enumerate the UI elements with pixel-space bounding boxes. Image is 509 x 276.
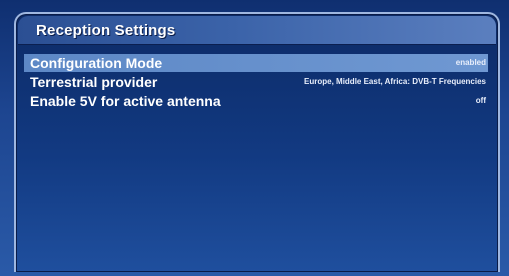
setting-label: Enable 5V for active antenna [30, 93, 221, 109]
setting-configuration-mode[interactable]: Configuration Mode enabled [24, 54, 488, 72]
window-title: Reception Settings [36, 22, 176, 39]
setting-terrestrial-provider[interactable]: Terrestrial provider Europe, Middle East… [24, 73, 488, 91]
setting-value: off [475, 96, 486, 105]
setting-enable-5v-antenna[interactable]: Enable 5V for active antenna off [24, 92, 488, 110]
tv-screen: Reception Settings Configuration Mode en… [0, 0, 509, 276]
settings-list: Configuration Mode enabled Terrestrial p… [24, 54, 488, 111]
setting-label: Terrestrial provider [30, 74, 158, 90]
setting-value: Europe, Middle East, Africa: DVB-T Frequ… [304, 77, 486, 86]
setting-label: Configuration Mode [30, 55, 163, 71]
setting-value: enabled [455, 58, 486, 67]
settings-window: Reception Settings Configuration Mode en… [14, 12, 500, 272]
title-bar: Reception Settings [18, 16, 496, 45]
